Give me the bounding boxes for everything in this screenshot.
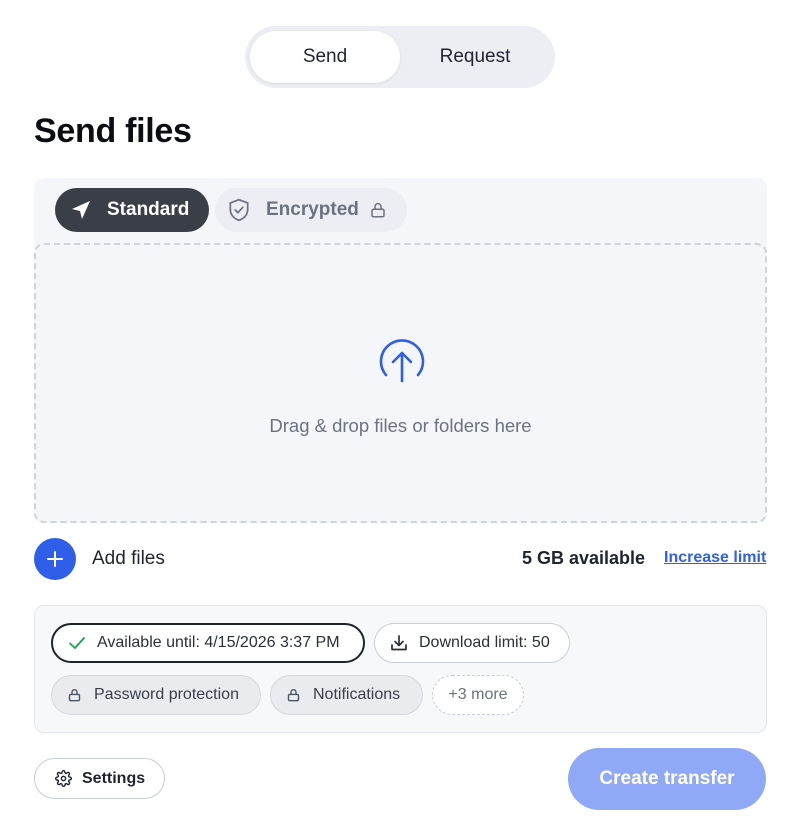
lock-icon [68,689,81,702]
lock-icon [287,689,300,702]
tab-send[interactable]: Send [250,31,400,83]
lock-icon [371,202,385,218]
settings-button[interactable]: Settings [34,758,165,799]
download-icon [391,635,407,651]
page-title: Send files [34,112,192,150]
notifications-label: Notifications [313,686,401,703]
upload-panel: Standard Encrypted Drag & drop files or … [34,178,767,523]
mode-encrypted-label: Encrypted [266,199,359,220]
notifications-chip[interactable]: Notifications [270,675,423,715]
send-plane-icon [72,201,90,219]
plus-icon [47,551,63,567]
password-protection-label: Password protection [94,686,239,703]
shield-check-icon [229,198,249,222]
upload-arrow-icon [379,339,425,383]
create-transfer-button[interactable]: Create transfer [568,748,766,810]
check-icon [69,637,85,649]
increase-limit-link[interactable]: Increase limit [664,549,766,567]
mode-standard-label: Standard [107,199,190,220]
more-options-chip[interactable]: +3 more [432,675,524,715]
send-request-toggle: Send Request [245,26,555,88]
add-files-button[interactable] [34,538,76,580]
storage-available: 5 GB available [522,548,646,568]
download-limit-label: Download limit: 50 [419,634,550,651]
gear-icon [55,770,72,787]
mode-encrypted-button[interactable]: Encrypted [215,188,407,232]
dropzone-text: Drag & drop files or folders here [269,415,532,436]
mode-standard-button[interactable]: Standard [55,188,209,232]
transfer-options-panel: Available until: 4/15/2026 3:37 PM Downl… [34,605,767,733]
password-protection-chip[interactable]: Password protection [51,675,261,715]
available-until-chip[interactable]: Available until: 4/15/2026 3:37 PM [51,623,365,663]
file-dropzone[interactable]: Drag & drop files or folders here [34,243,767,523]
available-until-label: Available until: 4/15/2026 3:37 PM [97,634,340,651]
download-limit-chip[interactable]: Download limit: 50 [374,623,570,663]
tab-request[interactable]: Request [400,31,550,83]
add-files-label[interactable]: Add files [92,548,165,570]
settings-label: Settings [82,769,146,787]
